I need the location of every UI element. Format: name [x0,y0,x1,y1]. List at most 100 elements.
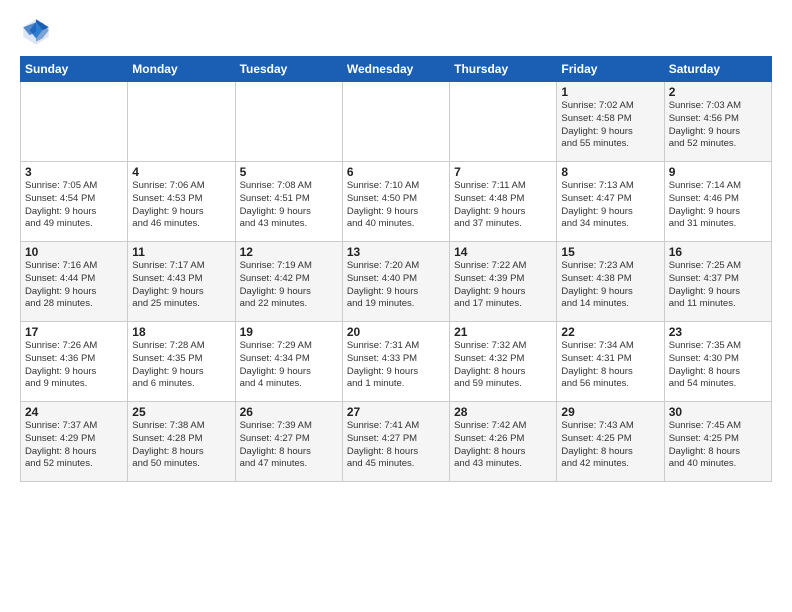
calendar-cell: 29Sunrise: 7:43 AM Sunset: 4:25 PM Dayli… [557,402,664,482]
day-number: 19 [240,325,338,339]
calendar-cell: 18Sunrise: 7:28 AM Sunset: 4:35 PM Dayli… [128,322,235,402]
calendar: SundayMondayTuesdayWednesdayThursdayFrid… [20,56,772,482]
calendar-cell: 14Sunrise: 7:22 AM Sunset: 4:39 PM Dayli… [450,242,557,322]
calendar-cell: 19Sunrise: 7:29 AM Sunset: 4:34 PM Dayli… [235,322,342,402]
day-number: 8 [561,165,659,179]
calendar-cell: 4Sunrise: 7:06 AM Sunset: 4:53 PM Daylig… [128,162,235,242]
day-number: 1 [561,85,659,99]
calendar-cell [21,82,128,162]
day-info: Sunrise: 7:02 AM Sunset: 4:58 PM Dayligh… [561,100,659,151]
calendar-cell: 27Sunrise: 7:41 AM Sunset: 4:27 PM Dayli… [342,402,449,482]
day-number: 9 [669,165,767,179]
day-info: Sunrise: 7:43 AM Sunset: 4:25 PM Dayligh… [561,420,659,471]
calendar-week-4: 17Sunrise: 7:26 AM Sunset: 4:36 PM Dayli… [21,322,772,402]
day-info: Sunrise: 7:11 AM Sunset: 4:48 PM Dayligh… [454,180,552,231]
day-number: 3 [25,165,123,179]
day-info: Sunrise: 7:13 AM Sunset: 4:47 PM Dayligh… [561,180,659,231]
day-info: Sunrise: 7:20 AM Sunset: 4:40 PM Dayligh… [347,260,445,311]
day-info: Sunrise: 7:22 AM Sunset: 4:39 PM Dayligh… [454,260,552,311]
calendar-cell: 15Sunrise: 7:23 AM Sunset: 4:38 PM Dayli… [557,242,664,322]
day-info: Sunrise: 7:37 AM Sunset: 4:29 PM Dayligh… [25,420,123,471]
calendar-cell: 28Sunrise: 7:42 AM Sunset: 4:26 PM Dayli… [450,402,557,482]
calendar-cell: 21Sunrise: 7:32 AM Sunset: 4:32 PM Dayli… [450,322,557,402]
day-number: 18 [132,325,230,339]
day-number: 23 [669,325,767,339]
day-info: Sunrise: 7:05 AM Sunset: 4:54 PM Dayligh… [25,180,123,231]
calendar-cell: 7Sunrise: 7:11 AM Sunset: 4:48 PM Daylig… [450,162,557,242]
weekday-header-sunday: Sunday [21,57,128,82]
day-number: 20 [347,325,445,339]
calendar-cell: 12Sunrise: 7:19 AM Sunset: 4:42 PM Dayli… [235,242,342,322]
day-info: Sunrise: 7:26 AM Sunset: 4:36 PM Dayligh… [25,340,123,391]
weekday-header-saturday: Saturday [664,57,771,82]
day-info: Sunrise: 7:42 AM Sunset: 4:26 PM Dayligh… [454,420,552,471]
day-info: Sunrise: 7:38 AM Sunset: 4:28 PM Dayligh… [132,420,230,471]
weekday-header-thursday: Thursday [450,57,557,82]
day-number: 15 [561,245,659,259]
calendar-cell: 13Sunrise: 7:20 AM Sunset: 4:40 PM Dayli… [342,242,449,322]
weekday-header-tuesday: Tuesday [235,57,342,82]
day-number: 4 [132,165,230,179]
day-number: 5 [240,165,338,179]
weekday-header-monday: Monday [128,57,235,82]
day-number: 10 [25,245,123,259]
weekday-header-row: SundayMondayTuesdayWednesdayThursdayFrid… [21,57,772,82]
day-number: 2 [669,85,767,99]
day-info: Sunrise: 7:41 AM Sunset: 4:27 PM Dayligh… [347,420,445,471]
day-number: 7 [454,165,552,179]
calendar-body: 1Sunrise: 7:02 AM Sunset: 4:58 PM Daylig… [21,82,772,482]
calendar-cell: 23Sunrise: 7:35 AM Sunset: 4:30 PM Dayli… [664,322,771,402]
header [20,16,772,48]
day-info: Sunrise: 7:45 AM Sunset: 4:25 PM Dayligh… [669,420,767,471]
calendar-cell [342,82,449,162]
day-info: Sunrise: 7:29 AM Sunset: 4:34 PM Dayligh… [240,340,338,391]
page: SundayMondayTuesdayWednesdayThursdayFrid… [0,0,792,612]
day-number: 6 [347,165,445,179]
day-info: Sunrise: 7:23 AM Sunset: 4:38 PM Dayligh… [561,260,659,311]
day-number: 22 [561,325,659,339]
day-info: Sunrise: 7:35 AM Sunset: 4:30 PM Dayligh… [669,340,767,391]
weekday-header-friday: Friday [557,57,664,82]
calendar-week-5: 24Sunrise: 7:37 AM Sunset: 4:29 PM Dayli… [21,402,772,482]
calendar-cell [450,82,557,162]
calendar-week-1: 1Sunrise: 7:02 AM Sunset: 4:58 PM Daylig… [21,82,772,162]
calendar-cell: 22Sunrise: 7:34 AM Sunset: 4:31 PM Dayli… [557,322,664,402]
day-info: Sunrise: 7:19 AM Sunset: 4:42 PM Dayligh… [240,260,338,311]
weekday-header-wednesday: Wednesday [342,57,449,82]
logo-icon [20,16,52,48]
day-info: Sunrise: 7:16 AM Sunset: 4:44 PM Dayligh… [25,260,123,311]
day-number: 26 [240,405,338,419]
calendar-cell: 17Sunrise: 7:26 AM Sunset: 4:36 PM Dayli… [21,322,128,402]
day-info: Sunrise: 7:34 AM Sunset: 4:31 PM Dayligh… [561,340,659,391]
calendar-cell: 2Sunrise: 7:03 AM Sunset: 4:56 PM Daylig… [664,82,771,162]
calendar-cell: 25Sunrise: 7:38 AM Sunset: 4:28 PM Dayli… [128,402,235,482]
day-number: 12 [240,245,338,259]
calendar-cell: 6Sunrise: 7:10 AM Sunset: 4:50 PM Daylig… [342,162,449,242]
day-info: Sunrise: 7:39 AM Sunset: 4:27 PM Dayligh… [240,420,338,471]
day-number: 24 [25,405,123,419]
calendar-cell: 8Sunrise: 7:13 AM Sunset: 4:47 PM Daylig… [557,162,664,242]
calendar-header: SundayMondayTuesdayWednesdayThursdayFrid… [21,57,772,82]
calendar-cell: 1Sunrise: 7:02 AM Sunset: 4:58 PM Daylig… [557,82,664,162]
day-number: 25 [132,405,230,419]
calendar-cell: 11Sunrise: 7:17 AM Sunset: 4:43 PM Dayli… [128,242,235,322]
day-number: 16 [669,245,767,259]
day-info: Sunrise: 7:32 AM Sunset: 4:32 PM Dayligh… [454,340,552,391]
calendar-week-3: 10Sunrise: 7:16 AM Sunset: 4:44 PM Dayli… [21,242,772,322]
calendar-cell: 30Sunrise: 7:45 AM Sunset: 4:25 PM Dayli… [664,402,771,482]
calendar-week-2: 3Sunrise: 7:05 AM Sunset: 4:54 PM Daylig… [21,162,772,242]
day-info: Sunrise: 7:17 AM Sunset: 4:43 PM Dayligh… [132,260,230,311]
logo [20,16,56,48]
calendar-cell [235,82,342,162]
day-number: 17 [25,325,123,339]
day-number: 28 [454,405,552,419]
day-info: Sunrise: 7:28 AM Sunset: 4:35 PM Dayligh… [132,340,230,391]
calendar-cell: 26Sunrise: 7:39 AM Sunset: 4:27 PM Dayli… [235,402,342,482]
day-number: 30 [669,405,767,419]
day-number: 21 [454,325,552,339]
day-number: 27 [347,405,445,419]
calendar-cell: 20Sunrise: 7:31 AM Sunset: 4:33 PM Dayli… [342,322,449,402]
day-info: Sunrise: 7:06 AM Sunset: 4:53 PM Dayligh… [132,180,230,231]
day-info: Sunrise: 7:08 AM Sunset: 4:51 PM Dayligh… [240,180,338,231]
day-number: 11 [132,245,230,259]
